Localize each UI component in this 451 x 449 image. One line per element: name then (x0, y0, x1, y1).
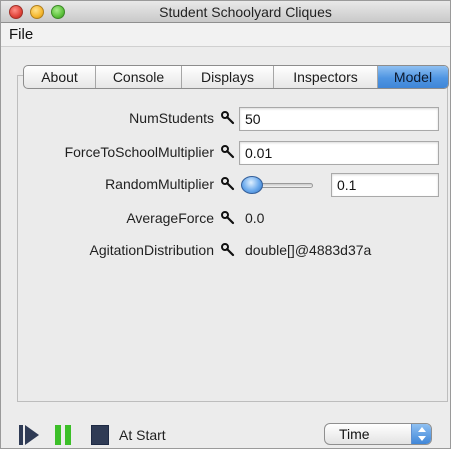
menu-file[interactable]: File (9, 26, 33, 43)
force-to-school-label: ForceToSchoolMultiplier (64, 144, 214, 160)
tab-model[interactable]: Model (378, 66, 448, 88)
num-students-field[interactable]: 50 (239, 107, 439, 131)
property-row-num-students: NumStudents 50 (1, 107, 450, 131)
property-row-average-force: AverageForce 0.0 (1, 207, 450, 231)
slider-knob[interactable] (241, 176, 263, 194)
menu-bar: File (1, 23, 450, 47)
title-bar: Student Schoolyard Cliques (1, 1, 450, 23)
num-students-label: NumStudents (129, 110, 214, 126)
tab-inspectors[interactable]: Inspectors (274, 66, 378, 88)
play-icon[interactable] (19, 425, 39, 445)
property-row-random-multiplier: RandomMultiplier 0.1 (1, 173, 450, 197)
average-force-label: AverageForce (126, 210, 214, 226)
status-label: At Start (119, 427, 166, 443)
force-to-school-field[interactable]: 0.01 (239, 141, 439, 165)
magnifier-icon[interactable] (221, 177, 235, 191)
chevron-up-down-icon[interactable] (411, 424, 431, 444)
tab-console[interactable]: Console (96, 66, 182, 88)
control-bar: At Start Time (1, 409, 450, 449)
agitation-distribution-value: double[]@4883d37a (245, 242, 372, 258)
tab-bar: About Console Displays Inspectors Model (23, 65, 449, 89)
window-title: Student Schoolyard Cliques (159, 4, 332, 20)
tab-displays[interactable]: Displays (182, 66, 274, 88)
agitation-distribution-label: AgitationDistribution (89, 242, 214, 258)
pause-icon[interactable] (55, 425, 73, 445)
magnifier-icon[interactable] (221, 211, 235, 225)
time-select[interactable]: Time (324, 423, 432, 445)
time-select-value: Time (339, 426, 370, 442)
app-window: Student Schoolyard Cliques File About Co… (0, 0, 451, 449)
property-row-agitation-distribution: AgitationDistribution double[]@4883d37a (1, 239, 450, 263)
magnifier-icon[interactable] (221, 145, 235, 159)
property-row-force-to-school: ForceToSchoolMultiplier 0.01 (1, 141, 450, 165)
stop-icon[interactable] (91, 425, 109, 445)
magnifier-icon[interactable] (221, 243, 235, 257)
magnifier-icon[interactable] (221, 111, 235, 125)
random-multiplier-label: RandomMultiplier (105, 176, 214, 192)
random-multiplier-field[interactable]: 0.1 (331, 173, 439, 197)
tab-about[interactable]: About (24, 66, 96, 88)
average-force-value: 0.0 (245, 210, 265, 226)
